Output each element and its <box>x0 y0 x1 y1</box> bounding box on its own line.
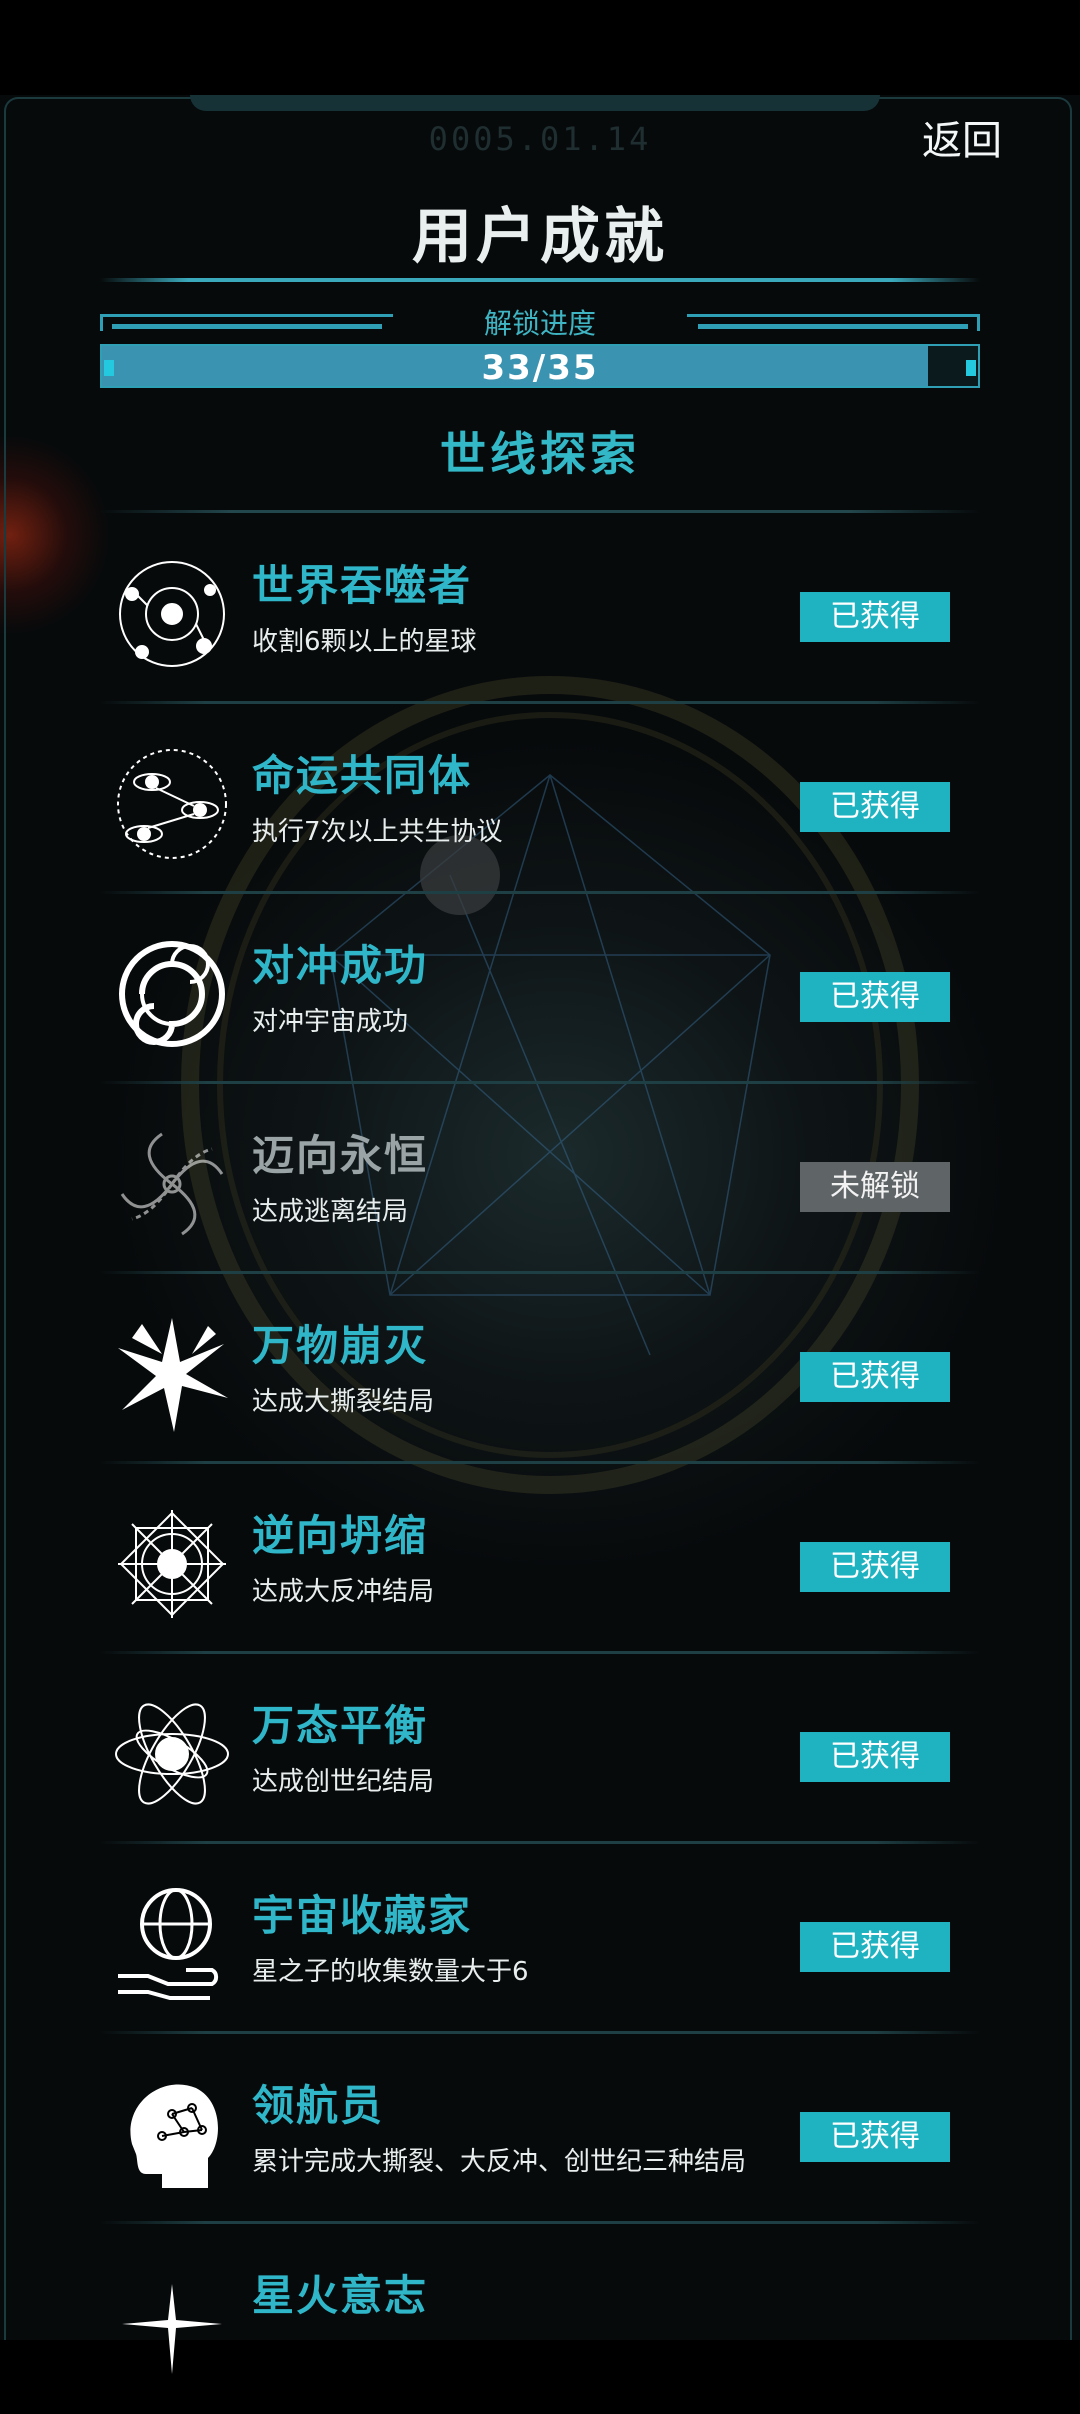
status-badge[interactable]: 已获得 <box>800 782 950 832</box>
page-title: 用户成就 <box>412 202 668 272</box>
progress-label: 解锁进度 <box>483 307 596 340</box>
achievement-row[interactable]: 迈向永恒 达成逃离结局 未解锁 <box>0 1084 1080 1274</box>
achievement-desc: 达成大撕裂结局 <box>252 1387 435 1417</box>
achievement-row[interactable]: 领航员 累计完成大撕裂、大反冲、创世纪三种结局 已获得 <box>0 2034 1080 2224</box>
achievement-row[interactable]: 逆向坍缩 达成大反冲结局 已获得 <box>0 1464 1080 1654</box>
achievement-name: 星火意志 <box>252 2271 429 2320</box>
progress-text: 33/35 <box>481 348 599 388</box>
swirl-galaxy-icon <box>112 1124 232 1244</box>
achievement-desc: 执行7次以上共生协议 <box>252 817 503 847</box>
achievement-desc: 累计完成大撕裂、大反冲、创世纪三种结局 <box>252 2147 747 2177</box>
achievement-name: 万物崩灭 <box>252 1321 429 1370</box>
achievement-row[interactable]: 星火意志 <box>0 2224 1080 2414</box>
atom-orbit-icon <box>112 1694 232 1814</box>
section-title: 世线探索 <box>440 427 640 481</box>
achievement-desc: 达成逃离结局 <box>252 1197 409 1227</box>
brain-head-icon <box>112 2074 232 2194</box>
achievement-row[interactable]: 万物崩灭 达成大撕裂结局 已获得 <box>0 1274 1080 1464</box>
achievement-row[interactable]: 命运共同体 执行7次以上共生协议 已获得 <box>0 704 1080 894</box>
title-divider <box>100 278 980 282</box>
globe-hand-icon <box>112 1884 232 2004</box>
achievement-desc: 达成大反冲结局 <box>252 1577 435 1607</box>
achievement-name: 领航员 <box>252 2081 385 2130</box>
status-badge[interactable]: 未解锁 <box>800 1162 950 1212</box>
achievement-desc: 收割6颗以上的星球 <box>252 627 477 657</box>
status-badge[interactable]: 已获得 <box>800 1352 950 1402</box>
achievement-row[interactable]: 对冲成功 对冲宇宙成功 已获得 <box>0 894 1080 1084</box>
spiral-vortex-icon <box>112 934 232 1054</box>
planet-orbit-icon <box>112 554 232 674</box>
achievement-desc: 星之子的收集数量大于6 <box>252 1957 529 1987</box>
status-badge[interactable]: 已获得 <box>800 2112 950 2162</box>
achievement-name: 万态平衡 <box>252 1701 429 1750</box>
achievement-list: 世界吞噬者 收割6颗以上的星球 已获得 命运共同体 执行7次以上共生协议 已获得 <box>0 514 1080 2414</box>
game-date: 0005.01.14 <box>428 120 652 158</box>
section-divider <box>100 510 980 513</box>
unlock-progress: 解锁进度 33/35 <box>100 307 980 390</box>
achievement-name: 世界吞噬者 <box>252 561 473 610</box>
status-badge[interactable]: 已获得 <box>800 1542 950 1592</box>
spark-icon <box>112 2264 232 2384</box>
progress-bar: 33/35 <box>100 344 980 388</box>
achievement-name: 命运共同体 <box>252 751 473 800</box>
achievement-name: 逆向坍缩 <box>252 1511 429 1560</box>
status-badge[interactable]: 已获得 <box>800 592 950 642</box>
achievement-row[interactable]: 万态平衡 达成创世纪结局 已获得 <box>0 1654 1080 1844</box>
achievement-desc: 对冲宇宙成功 <box>252 1007 409 1037</box>
status-bar-area <box>0 0 1080 95</box>
achievement-name: 宇宙收藏家 <box>252 1891 473 1940</box>
starburst-icon <box>112 1314 232 1434</box>
mandala-icon <box>112 1504 232 1624</box>
achievement-name: 对冲成功 <box>252 941 429 990</box>
achievement-desc: 达成创世纪结局 <box>252 1767 435 1797</box>
linked-planets-icon <box>112 744 232 864</box>
status-badge[interactable]: 已获得 <box>800 1922 950 1972</box>
achievement-row[interactable]: 世界吞噬者 收割6颗以上的星球 已获得 <box>0 514 1080 704</box>
panel-tab-decoration <box>190 95 880 111</box>
status-badge[interactable]: 已获得 <box>800 972 950 1022</box>
status-badge[interactable]: 已获得 <box>800 1732 950 1782</box>
back-button[interactable]: 返回 <box>922 108 1002 166</box>
achievement-row[interactable]: 宇宙收藏家 星之子的收集数量大于6 已获得 <box>0 1844 1080 2034</box>
achievement-name: 迈向永恒 <box>252 1131 429 1180</box>
